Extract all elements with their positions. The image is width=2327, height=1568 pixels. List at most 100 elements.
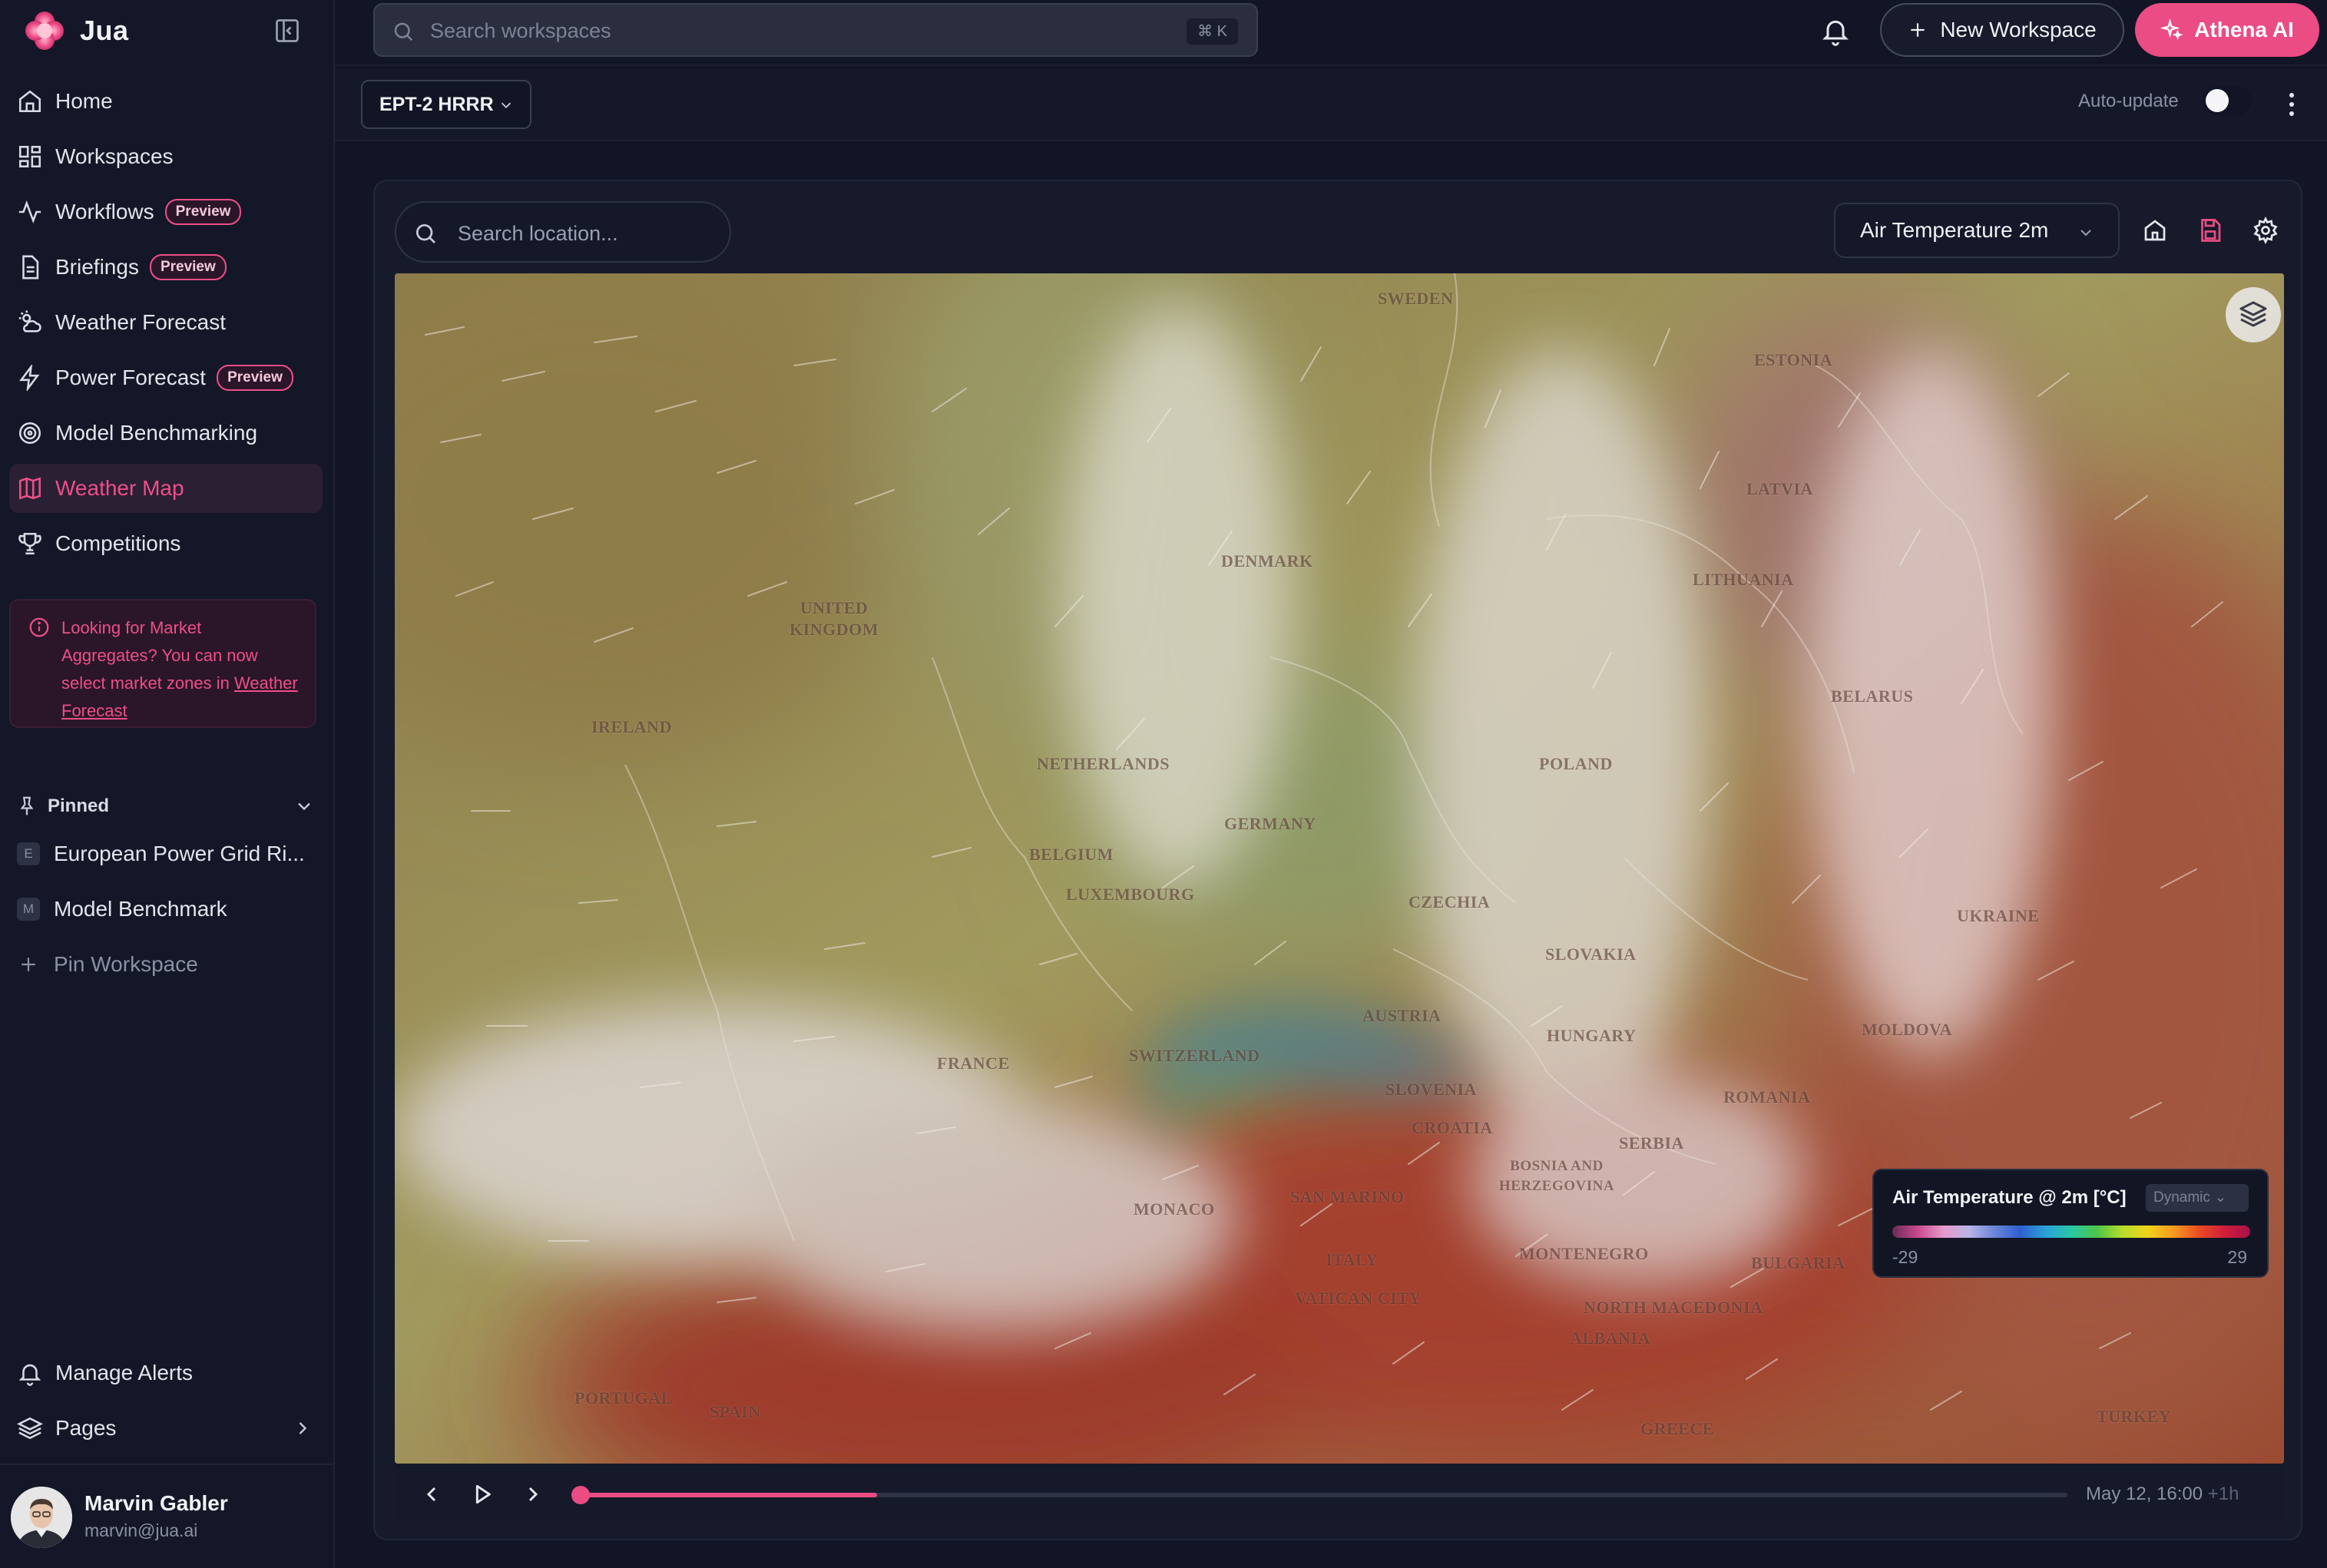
target-icon bbox=[17, 420, 43, 446]
timeline-time-readout: May 12, 16:00 +1h bbox=[2086, 1484, 2239, 1505]
sidebar-item-label: Workspaces bbox=[55, 144, 174, 168]
sidebar-item-weather-forecast[interactable]: Weather Forecast bbox=[9, 298, 323, 347]
sidebar-item-briefings[interactable]: Briefings Preview bbox=[9, 243, 323, 292]
pin-workspace-button[interactable]: Pin Workspace bbox=[9, 940, 323, 989]
sidebar-item-pages[interactable]: Pages bbox=[9, 1404, 323, 1453]
chevron-down-icon bbox=[2077, 223, 2095, 241]
country-label: POLAND bbox=[1539, 754, 1613, 773]
sidebar-item-label: Weather Map bbox=[55, 476, 184, 500]
sidebar-item-label: Workflows bbox=[55, 200, 154, 223]
sidebar-item-competitions[interactable]: Competitions bbox=[9, 519, 323, 568]
legend-min-value: -29 bbox=[1892, 1247, 1918, 1267]
avatar bbox=[11, 1487, 72, 1548]
location-search-input[interactable] bbox=[458, 217, 719, 250]
map-toolbar: EPT-2 HRRR Auto-update bbox=[335, 68, 2327, 141]
country-label: CROATIA bbox=[1412, 1118, 1493, 1137]
workspace-letter-icon: M bbox=[17, 898, 40, 921]
country-label: LITHUANIA bbox=[1693, 570, 1794, 589]
search-icon bbox=[392, 20, 415, 43]
previous-step-icon[interactable] bbox=[419, 1482, 444, 1507]
country-label: HUNGARY bbox=[1547, 1026, 1637, 1045]
country-label: IRELAND bbox=[591, 717, 672, 736]
brand[interactable]: Jua bbox=[23, 8, 129, 54]
chevron-down-icon[interactable] bbox=[293, 796, 315, 817]
pinned-title: Pinned bbox=[48, 796, 110, 816]
sidebar-item-workflows[interactable]: Workflows Preview bbox=[9, 187, 323, 237]
sidebar-item-label: Manage Alerts bbox=[55, 1361, 193, 1384]
location-search[interactable] bbox=[395, 201, 731, 263]
sidebar-item-model-benchmarking[interactable]: Model Benchmarking bbox=[9, 409, 323, 458]
auto-update-toggle[interactable] bbox=[2203, 86, 2252, 115]
weather-map-canvas[interactable]: SWEDEN ESTONIA LATVIA LITHUANIA DENMARK … bbox=[395, 273, 2284, 1464]
map-layers-button[interactable] bbox=[2226, 287, 2281, 342]
sidebar-item-power-forecast[interactable]: Power Forecast Preview bbox=[9, 353, 323, 402]
sidebar-item-label: Home bbox=[55, 89, 113, 113]
top-header: ⌘ K New Workspace Athena AI bbox=[335, 0, 2327, 66]
notifications-bell-icon[interactable] bbox=[1820, 15, 1851, 46]
pinned-workspace-item[interactable]: M Model Benchmark bbox=[9, 885, 323, 934]
plus-icon bbox=[17, 953, 40, 976]
country-label: MONTENEGRO bbox=[1519, 1244, 1649, 1263]
sidebar-item-home[interactable]: Home bbox=[9, 77, 323, 126]
map-home-icon[interactable] bbox=[2141, 217, 2169, 244]
legend-scale-select[interactable]: Dynamic ⌄ bbox=[2146, 1184, 2249, 1212]
pinned-list: E European Power Grid Ri... M Model Benc… bbox=[9, 829, 323, 995]
plus-icon bbox=[1908, 20, 1928, 40]
country-label: ROMANIA bbox=[1723, 1087, 1811, 1107]
country-label: NETHERLANDS bbox=[1037, 754, 1170, 773]
settings-gear-icon[interactable] bbox=[2252, 216, 2279, 245]
country-label: BULGARIA bbox=[1751, 1253, 1845, 1272]
country-label: TURKEY bbox=[2097, 1407, 2172, 1426]
new-workspace-button[interactable]: New Workspace bbox=[1880, 3, 2124, 57]
country-label: CZECHIA bbox=[1408, 892, 1491, 911]
country-label: ESTONIA bbox=[1754, 350, 1833, 369]
timeline-progress bbox=[579, 1493, 877, 1497]
pinned-section-header[interactable]: Pinned bbox=[15, 791, 315, 822]
preview-badge: Preview bbox=[149, 254, 227, 280]
bolt-icon bbox=[17, 363, 43, 392]
pinned-workspace-item[interactable]: E European Power Grid Ri... bbox=[9, 829, 323, 878]
country-label: SAN MARINO bbox=[1290, 1187, 1405, 1206]
variable-select[interactable]: Air Temperature 2m bbox=[1834, 203, 2120, 258]
athena-label: Athena AI bbox=[2194, 18, 2294, 41]
user-email: marvin@jua.ai bbox=[84, 1520, 198, 1540]
timeline-track[interactable] bbox=[571, 1486, 2067, 1504]
country-label: ITALY bbox=[1326, 1250, 1379, 1269]
pin-icon bbox=[15, 795, 38, 818]
sidebar-item-workspaces[interactable]: Workspaces bbox=[9, 132, 323, 181]
workspace-search[interactable]: ⌘ K bbox=[373, 3, 1258, 57]
temperature-field bbox=[395, 273, 2284, 1464]
sidebar-item-label: Power Forecast bbox=[55, 366, 207, 389]
country-label: UNITED KINGDOM bbox=[789, 598, 879, 639]
sidebar-item-weather-map[interactable]: Weather Map bbox=[9, 464, 323, 513]
sidebar-item-label: Pages bbox=[55, 1416, 117, 1440]
forecast-timeline: May 12, 16:00 +1h bbox=[395, 1465, 2284, 1523]
country-label: SLOVENIA bbox=[1385, 1080, 1477, 1099]
map-icon bbox=[17, 475, 43, 501]
play-icon[interactable] bbox=[470, 1482, 495, 1507]
sidebar-item-label: Competitions bbox=[55, 531, 181, 555]
document-icon bbox=[17, 254, 43, 280]
save-icon[interactable] bbox=[2196, 217, 2224, 244]
country-label: SPAIN bbox=[710, 1402, 761, 1421]
country-label: DENMARK bbox=[1221, 551, 1313, 571]
timeline-step: +1h bbox=[2207, 1484, 2239, 1504]
sidebar-item-manage-alerts[interactable]: Manage Alerts bbox=[9, 1348, 323, 1398]
more-options-icon[interactable] bbox=[2289, 91, 2295, 118]
model-select[interactable]: EPT-2 HRRR bbox=[361, 80, 531, 129]
next-step-icon[interactable] bbox=[521, 1482, 545, 1507]
search-input[interactable] bbox=[430, 14, 1121, 48]
country-label: BELARUS bbox=[1831, 686, 1914, 706]
country-label: UKRAINE bbox=[1957, 906, 2040, 925]
user-profile[interactable]: Marvin Gabler marvin@jua.ai bbox=[0, 1464, 335, 1568]
toggle-knob bbox=[2206, 89, 2229, 112]
collapse-sidebar-icon[interactable] bbox=[273, 17, 301, 45]
country-label: AUSTRIA bbox=[1362, 1006, 1442, 1025]
notice-text: Looking for Market Aggregates? You can n… bbox=[61, 618, 258, 693]
country-label: MOLDOVA bbox=[1862, 1020, 1952, 1039]
country-label: PORTUGAL bbox=[574, 1388, 673, 1408]
user-name: Marvin Gabler bbox=[84, 1491, 228, 1515]
temperature-legend: Air Temperature @ 2m [°C] Dynamic ⌄ -29 … bbox=[1872, 1169, 2269, 1278]
timeline-scrubber[interactable] bbox=[571, 1486, 590, 1504]
athena-ai-button[interactable]: Athena AI bbox=[2135, 3, 2319, 57]
